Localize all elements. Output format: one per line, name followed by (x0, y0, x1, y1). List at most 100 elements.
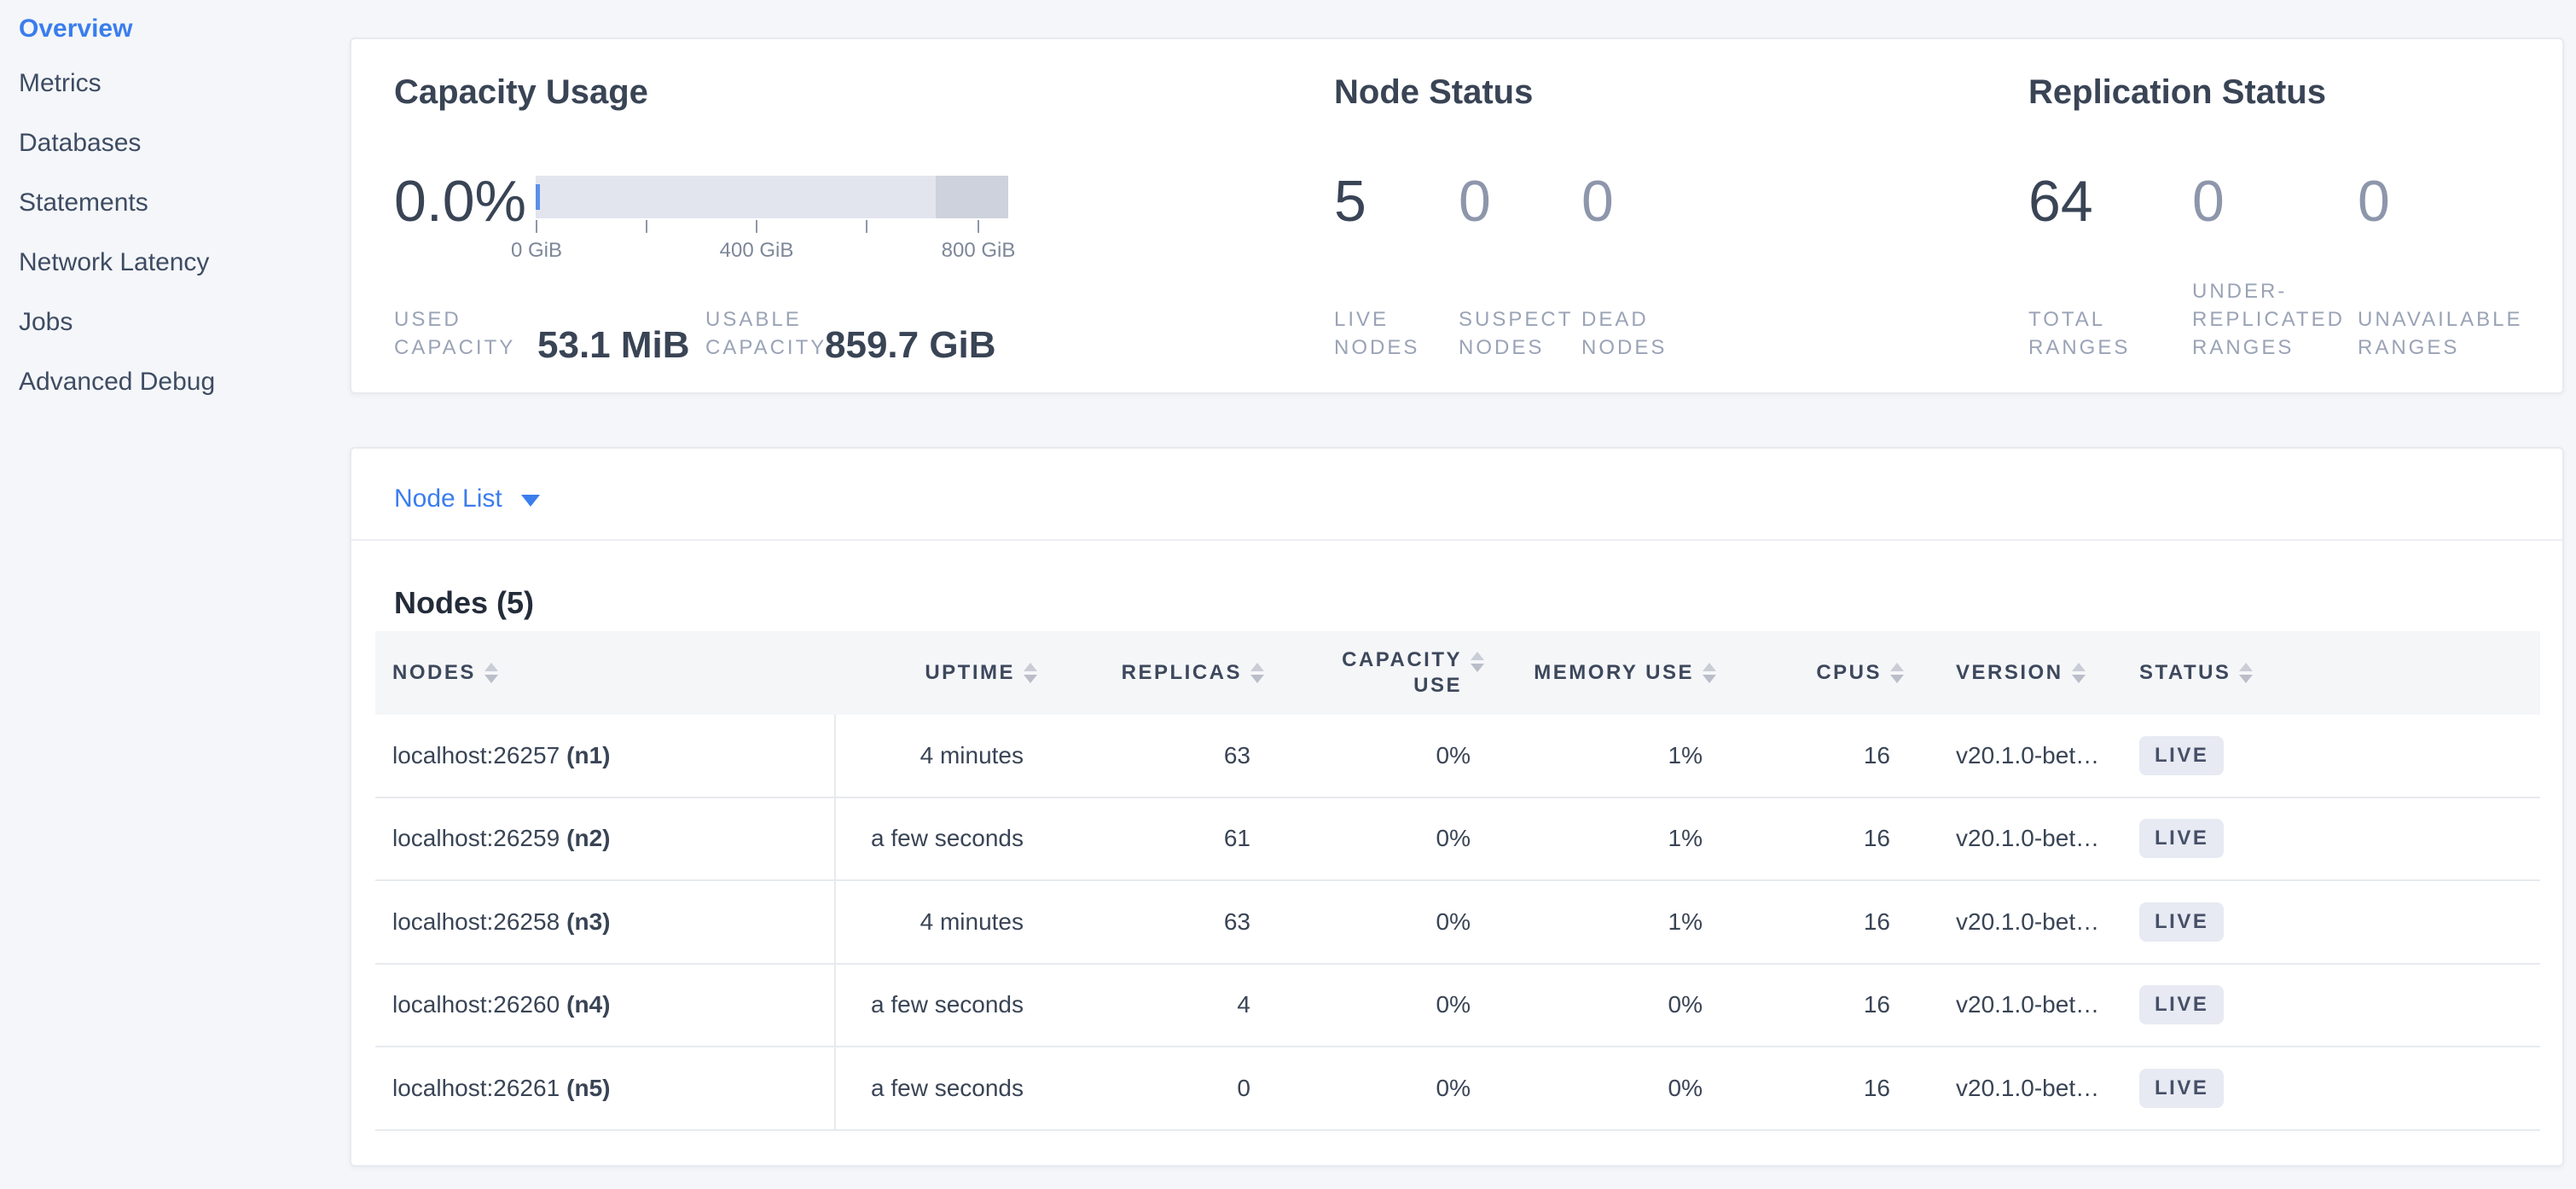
sidebar-item-overview[interactable]: Overview (19, 14, 132, 44)
column-header-uptime[interactable]: UPTIME (836, 661, 1041, 685)
uptime-cell: a few seconds (836, 965, 1041, 1047)
axis-tick-800gib (978, 220, 979, 233)
used-capacity-value: 53.1 MiB (537, 324, 690, 367)
sort-icon (2239, 663, 2253, 683)
sort-icon (2072, 663, 2086, 683)
uptime-cell: a few seconds (836, 798, 1041, 880)
node-address-cell: localhost:26258(n3) (375, 881, 836, 963)
sort-icon (1250, 663, 1264, 683)
under-replicated-ranges-label: UNDER-REPLICATED RANGES (2192, 277, 2376, 362)
cluster-summary-card: Capacity Usage 0.0% 0 GiB 400 GiB 800 Gi… (350, 38, 2564, 394)
replicas-cell: 0 (1041, 1047, 1268, 1129)
sort-icon (1703, 663, 1716, 683)
status-badge: LIVE (2139, 1069, 2224, 1108)
column-header-replicas[interactable]: REPLICAS (1041, 661, 1268, 685)
cluster-overview-page: Overview Metrics Databases Statements Ne… (0, 0, 2576, 1189)
chevron-down-icon (521, 495, 540, 507)
sidebar-item-advanced-debug[interactable]: Advanced Debug (19, 367, 215, 397)
capacity-other-programs-segment (936, 176, 1008, 218)
capacity-cell: 0% (1268, 1047, 1488, 1129)
uptime-cell: a few seconds (836, 1047, 1041, 1129)
replicas-cell: 63 (1041, 881, 1268, 963)
axis-label-800gib: 800 GiB (910, 239, 1047, 263)
replicas-cell: 61 (1041, 798, 1268, 880)
cpus-cell: 16 (1720, 715, 1907, 797)
total-ranges-label: TOTAL RANGES (2028, 305, 2156, 362)
suspect-nodes-label: SUSPECT NODES (1459, 305, 1578, 362)
sidebar-item-network-latency[interactable]: Network Latency (19, 247, 209, 278)
cpus-cell: 16 (1720, 798, 1907, 880)
table-row-n3[interactable]: localhost:26258(n3) 4 minutes 63 0% 1% 1… (375, 881, 2540, 965)
memory-cell: 1% (1488, 715, 1720, 797)
sidebar-item-metrics[interactable]: Metrics (19, 68, 102, 99)
replicas-cell: 4 (1041, 965, 1268, 1047)
status-cell: LIVE (2121, 1047, 2540, 1129)
cpus-cell: 16 (1720, 965, 1907, 1047)
replicas-cell: 63 (1041, 715, 1268, 797)
table-row-n4[interactable]: localhost:26260(n4) a few seconds 4 0% 0… (375, 965, 2540, 1048)
column-header-status[interactable]: STATUS (2121, 661, 2540, 685)
status-cell: LIVE (2121, 715, 2540, 797)
node-address-cell: localhost:26260(n4) (375, 965, 836, 1047)
table-row-n2[interactable]: localhost:26259(n2) a few seconds 61 0% … (375, 798, 2540, 882)
table-row-n5[interactable]: localhost:26261(n5) a few seconds 0 0% 0… (375, 1047, 2540, 1131)
column-header-memory-use[interactable]: MEMORY USE (1488, 661, 1720, 685)
sidebar: Overview Metrics Databases Statements Ne… (0, 0, 338, 1189)
status-badge: LIVE (2139, 736, 2224, 775)
sidebar-item-jobs[interactable]: Jobs (19, 307, 73, 338)
node-address-cell: localhost:26257(n1) (375, 715, 836, 797)
usable-capacity-value: 859.7 GiB (825, 324, 996, 367)
axis-label-0gib: 0 GiB (468, 239, 605, 263)
column-header-nodes[interactable]: NODES (375, 661, 836, 685)
node-list-dropdown-label: Node List (394, 484, 502, 513)
capacity-percent: 0.0% (394, 169, 526, 234)
sort-icon (1890, 663, 1904, 683)
suspect-nodes-value: 0 (1459, 169, 1491, 234)
axis-tick-0gib (536, 220, 537, 233)
column-header-capacity-use[interactable]: CAPACITY USE (1268, 647, 1488, 699)
unavailable-ranges-value: 0 (2358, 169, 2390, 234)
uptime-cell: 4 minutes (836, 881, 1041, 963)
memory-cell: 0% (1488, 965, 1720, 1047)
capacity-cell: 0% (1268, 881, 1488, 963)
version-cell: v20.1.0-bet… (1907, 798, 2121, 880)
status-badge: LIVE (2139, 902, 2224, 942)
dead-nodes-label: DEAD NODES (1581, 305, 1692, 362)
node-list-dropdown[interactable]: Node List (394, 484, 540, 513)
axis-tick-200gib (646, 220, 647, 233)
sidebar-item-statements[interactable]: Statements (19, 188, 148, 218)
axis-tick-400gib (756, 220, 757, 233)
status-cell: LIVE (2121, 965, 2540, 1047)
under-replicated-ranges-value: 0 (2192, 169, 2225, 234)
capacity-usage-bar-chart (536, 176, 1008, 218)
nodes-table-header: NODES UPTIME REPLICAS CAPACITY USE MEMOR… (375, 631, 2540, 715)
node-status-title: Node Status (1334, 72, 1533, 113)
nodes-table-title: Nodes (5) (394, 585, 534, 621)
version-cell: v20.1.0-bet… (1907, 965, 2121, 1047)
capacity-cell: 0% (1268, 798, 1488, 880)
cpus-cell: 16 (1720, 881, 1907, 963)
cpus-cell: 16 (1720, 1047, 1907, 1129)
memory-cell: 1% (1488, 881, 1720, 963)
column-header-cpus[interactable]: CPUS (1720, 661, 1907, 685)
status-badge: LIVE (2139, 985, 2224, 1024)
capacity-used-marker (536, 184, 540, 210)
unavailable-ranges-label: UNAVAILABLE RANGES (2358, 305, 2571, 362)
card-divider (351, 539, 2562, 541)
node-address-cell: localhost:26259(n2) (375, 798, 836, 880)
sort-icon (1024, 663, 1037, 683)
axis-label-400gib: 400 GiB (688, 239, 825, 263)
memory-cell: 0% (1488, 1047, 1720, 1129)
sidebar-item-databases[interactable]: Databases (19, 128, 141, 159)
node-address-cell: localhost:26261(n5) (375, 1047, 836, 1129)
column-header-version[interactable]: VERSION (1907, 661, 2121, 685)
sort-icon (1471, 652, 1484, 672)
status-badge: LIVE (2139, 819, 2224, 858)
version-cell: v20.1.0-bet… (1907, 881, 2121, 963)
status-cell: LIVE (2121, 881, 2540, 963)
memory-cell: 1% (1488, 798, 1720, 880)
status-cell: LIVE (2121, 798, 2540, 880)
replication-status-title: Replication Status (2028, 72, 2326, 113)
table-row-n1[interactable]: localhost:26257(n1) 4 minutes 63 0% 1% 1… (375, 715, 2540, 798)
live-nodes-value: 5 (1334, 169, 1366, 234)
